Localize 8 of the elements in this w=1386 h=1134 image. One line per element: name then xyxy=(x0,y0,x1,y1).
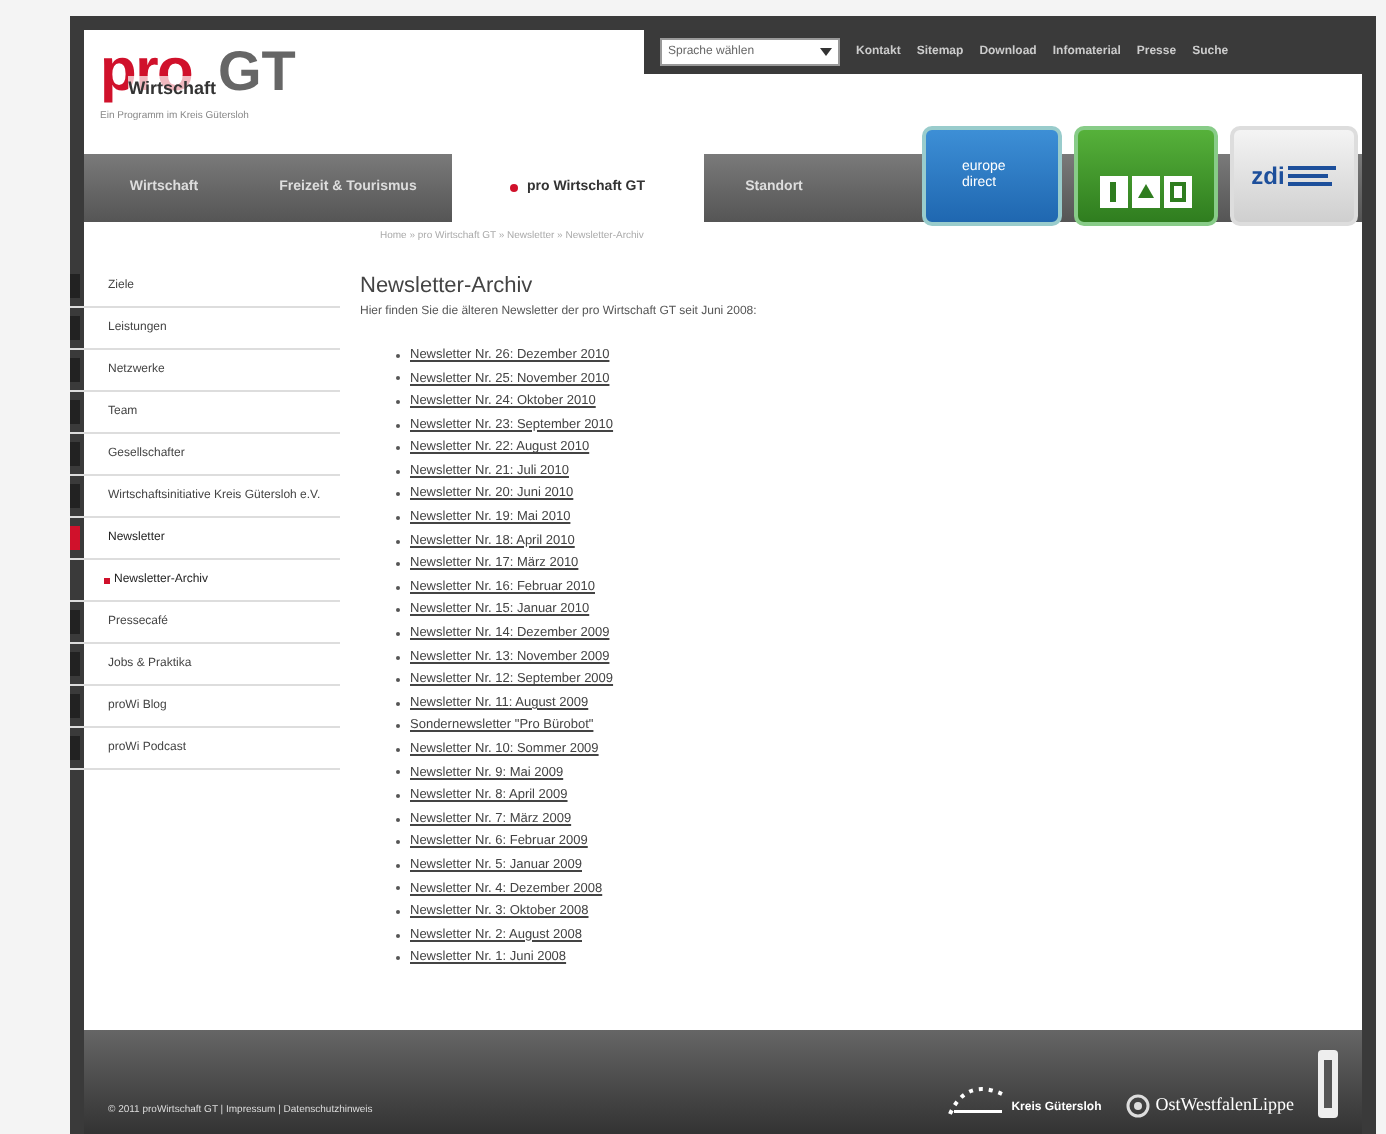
zdi-badge[interactable]: zdi xyxy=(1230,126,1358,226)
caret-icon xyxy=(820,48,832,56)
pictogram-icon xyxy=(1098,174,1194,210)
bullet-icon xyxy=(510,184,519,192)
page-heading: Newsletter-Archiv xyxy=(360,271,535,301)
vertical-logo-icon xyxy=(1318,1050,1338,1118)
footer-logo-text: OstWestfalenLippe xyxy=(1155,1091,1294,1118)
pictogram-badge[interactable] xyxy=(1074,126,1218,226)
